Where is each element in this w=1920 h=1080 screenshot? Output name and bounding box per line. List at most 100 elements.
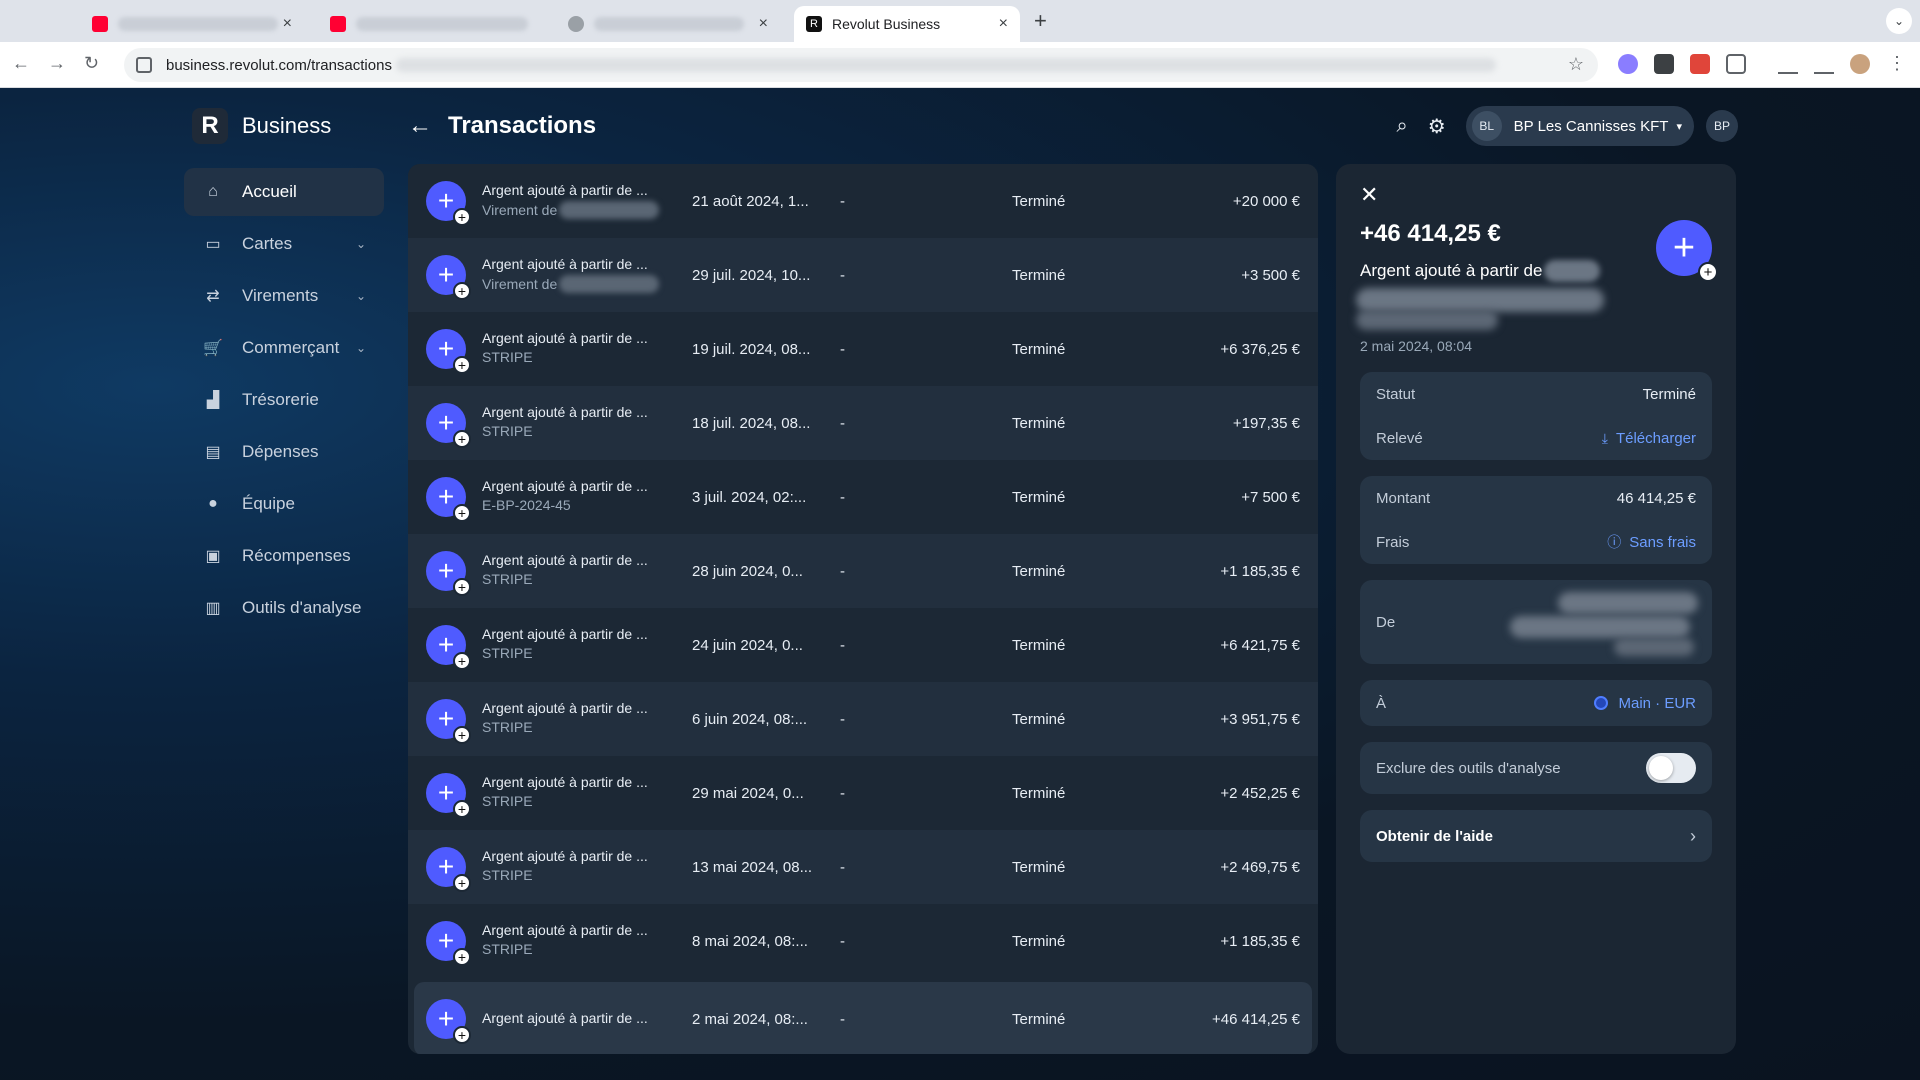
- blurred-sender: [559, 201, 660, 219]
- close-tab-icon[interactable]: ×: [999, 15, 1008, 33]
- reload-icon[interactable]: ↻: [84, 53, 99, 74]
- sidebar-item-label: Trésorerie: [242, 390, 319, 409]
- plus-badge-icon: +: [453, 1026, 471, 1044]
- back-icon[interactable]: ←: [12, 53, 30, 74]
- fees-link[interactable]: ⓘ Sans frais: [1607, 532, 1696, 552]
- transaction-row[interactable]: + + Argent ajouté à partir de ... STRIPE …: [408, 904, 1318, 978]
- extensions-puzzle-icon[interactable]: [1726, 54, 1746, 74]
- transaction-title: Argent ajouté à partir de ...: [482, 404, 648, 420]
- gear-icon[interactable]: ⚙: [1428, 114, 1446, 139]
- browser-tab[interactable]: [318, 6, 540, 42]
- transaction-row-selected[interactable]: + + Argent ajouté à partir de ... 2 mai 2…: [414, 982, 1312, 1054]
- transaction-reference: -: [840, 414, 845, 432]
- transaction-description: Argent ajouté à partir de ... STRIPE: [482, 922, 662, 957]
- help-card[interactable]: Obtenir de l'aide ›: [1360, 810, 1712, 862]
- to-card[interactable]: À Main · EUR: [1360, 680, 1712, 726]
- transaction-status: Terminé: [1012, 710, 1066, 728]
- sidebar-item-depenses[interactable]: ▤ Dépenses: [184, 428, 384, 476]
- close-tab-icon[interactable]: ×: [283, 15, 292, 33]
- sidebar-item-label: Virements: [242, 286, 319, 305]
- transaction-row[interactable]: + + Argent ajouté à partir de ... E-BP-20…: [408, 460, 1318, 534]
- url-blurred: [395, 58, 1496, 72]
- transaction-row[interactable]: + + Argent ajouté à partir de ... STRIPE …: [408, 534, 1318, 608]
- status-line: Statut Terminé: [1360, 372, 1712, 416]
- exclude-line: Exclure des outils d'analyse: [1360, 742, 1712, 794]
- plus-icon: + +: [426, 921, 471, 966]
- detail-amount: +46 414,25 €: [1360, 220, 1501, 247]
- account-switcher[interactable]: BL BP Les Cannisses KFT ▾: [1465, 106, 1694, 146]
- team-icon: ●: [208, 495, 218, 512]
- download-icon[interactable]: [1814, 54, 1834, 74]
- sidebar-item-outils-analyse[interactable]: ▥ Outils d'analyse: [184, 584, 384, 632]
- search-icon[interactable]: ⌕: [1397, 115, 1408, 138]
- from-card: De: [1360, 580, 1712, 664]
- revolut-favicon: R: [806, 16, 822, 32]
- transaction-status: Terminé: [1012, 636, 1066, 654]
- plus-badge-icon: +: [453, 800, 471, 818]
- transaction-row[interactable]: + + Argent ajouté à partir de ... STRIPE …: [408, 386, 1318, 460]
- card-icon: ▭: [205, 236, 221, 253]
- tab-search-button[interactable]: ⌄: [1886, 8, 1912, 34]
- back-arrow-icon[interactable]: ←: [408, 112, 432, 140]
- page-header: ← Transactions: [408, 112, 596, 140]
- exclude-analytics-toggle[interactable]: [1646, 753, 1696, 783]
- transaction-date: 29 juil. 2024, 10...: [692, 266, 811, 284]
- transaction-title: Argent ajouté à partir de ...: [482, 848, 648, 864]
- transaction-row[interactable]: + + Argent ajouté à partir de ... STRIPE …: [408, 830, 1318, 904]
- sidebar-item-accueil[interactable]: ⌂ Accueil: [184, 168, 384, 216]
- site-info-icon[interactable]: [136, 57, 152, 73]
- extension-new-icon[interactable]: [1690, 54, 1710, 74]
- transaction-amount: +2 452,25 €: [1220, 784, 1300, 802]
- plus-badge-icon: +: [453, 282, 471, 300]
- sidebar-item-label: Récompenses: [242, 546, 351, 565]
- plus-badge-icon: +: [453, 726, 471, 744]
- transaction-reference: -: [840, 932, 845, 950]
- page-title: Transactions: [448, 112, 597, 139]
- sidebar-item-label: Outils d'analyse: [242, 598, 362, 617]
- bookmark-star-icon[interactable]: ☆: [1568, 54, 1584, 75]
- transaction-status: Terminé: [1012, 192, 1066, 210]
- sidebar-item-recompenses[interactable]: ▣ Récompenses: [184, 532, 384, 580]
- sidebar-item-cartes[interactable]: ▭ Cartes ⌄: [184, 220, 384, 268]
- transaction-row[interactable]: + + Argent ajouté à partir de ... STRIPE …: [408, 312, 1318, 386]
- transactions-list: + + Argent ajouté à partir de ... Viremen…: [408, 164, 1318, 1054]
- plus-badge-icon: +: [453, 874, 471, 892]
- plus-icon: + +: [426, 699, 471, 744]
- transaction-status: Terminé: [1012, 266, 1066, 284]
- transaction-row[interactable]: + + Argent ajouté à partir de ... Viremen…: [408, 164, 1318, 238]
- transaction-amount: +20 000 €: [1232, 192, 1300, 210]
- transaction-row[interactable]: + + Argent ajouté à partir de ... STRIPE …: [408, 756, 1318, 830]
- browser-tab[interactable]: ×: [80, 6, 304, 42]
- statement-label: Relevé: [1376, 429, 1423, 447]
- new-tab-button[interactable]: +: [1034, 8, 1047, 34]
- close-tab-icon[interactable]: ×: [759, 15, 768, 33]
- browser-tab[interactable]: ×: [556, 6, 780, 42]
- close-icon[interactable]: ✕: [1360, 182, 1378, 208]
- browser-menu-icon[interactable]: ⋮: [1888, 53, 1906, 74]
- transaction-row[interactable]: + + Argent ajouté à partir de ... Viremen…: [408, 238, 1318, 312]
- plus-icon: + +: [426, 403, 471, 448]
- profile-avatar-icon[interactable]: [1850, 54, 1870, 74]
- fees-value: Sans frais: [1629, 533, 1696, 551]
- sidebar-item-virements[interactable]: ⇄ Virements ⌄: [184, 272, 384, 320]
- sidebar-item-commercant[interactable]: 🛒 Commerçant ⌄: [184, 324, 384, 372]
- transaction-title: Argent ajouté à partir de ...: [482, 256, 648, 272]
- profile-avatar[interactable]: BP: [1706, 110, 1738, 142]
- brand[interactable]: R Business: [192, 108, 331, 144]
- sidebar-item-tresorerie[interactable]: ▟ Trésorerie: [184, 376, 384, 424]
- extension-icon[interactable]: [1618, 54, 1638, 74]
- to-label: À: [1376, 694, 1387, 712]
- fees-line: Frais ⓘ Sans frais: [1360, 520, 1712, 564]
- reading-list-icon[interactable]: [1778, 54, 1798, 74]
- help-line: Obtenir de l'aide ›: [1360, 810, 1712, 862]
- transaction-row[interactable]: + + Argent ajouté à partir de ... STRIPE …: [408, 682, 1318, 756]
- browser-tab-active[interactable]: R Revolut Business ×: [794, 6, 1020, 42]
- to-account-link[interactable]: Main · EUR: [1594, 695, 1696, 712]
- forward-icon[interactable]: →: [48, 53, 66, 74]
- sidebar-item-equipe[interactable]: ● Équipe: [184, 480, 384, 528]
- address-bar[interactable]: business.revolut.com/transactions ☆: [124, 48, 1598, 82]
- download-link[interactable]: ⤓ Télécharger: [1602, 430, 1696, 447]
- extension-icon[interactable]: [1654, 54, 1674, 74]
- exclude-card: Exclure des outils d'analyse: [1360, 742, 1712, 794]
- transaction-row[interactable]: + + Argent ajouté à partir de ... STRIPE …: [408, 608, 1318, 682]
